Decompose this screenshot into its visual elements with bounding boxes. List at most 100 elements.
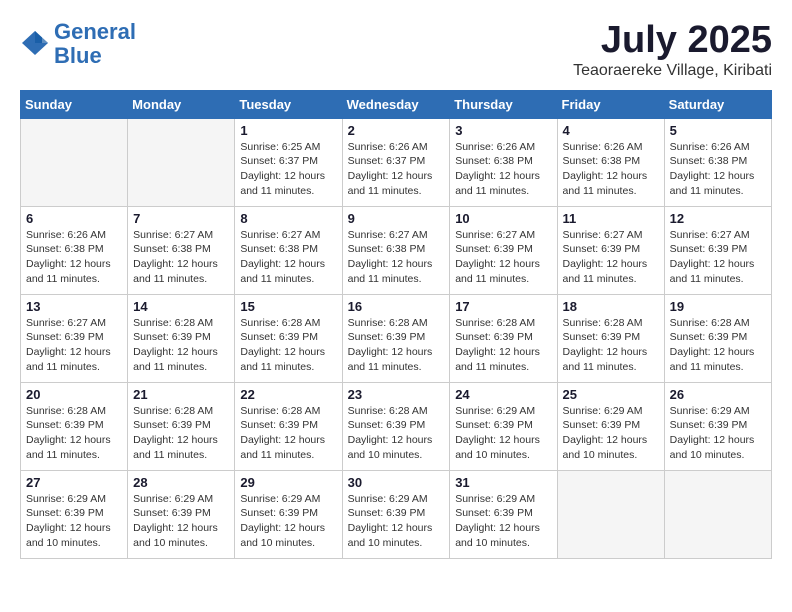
week-row-3: 13Sunrise: 6:27 AM Sunset: 6:39 PM Dayli… bbox=[21, 294, 772, 382]
day-number: 24 bbox=[455, 387, 551, 402]
week-row-2: 6Sunrise: 6:26 AM Sunset: 6:38 PM Daylig… bbox=[21, 206, 772, 294]
day-number: 21 bbox=[133, 387, 229, 402]
calendar-cell: 12 Sunrise: 6:27 AM Sunset: 6:39 PM Dayli… bbox=[664, 206, 771, 294]
day-number: 9 bbox=[348, 211, 445, 226]
calendar-cell bbox=[557, 470, 664, 558]
logo: General Blue bbox=[20, 20, 136, 68]
calendar-cell: 13Sunrise: 6:27 AM Sunset: 6:39 PM Dayli… bbox=[21, 294, 128, 382]
day-number: 30 bbox=[348, 475, 445, 490]
calendar-cell bbox=[128, 118, 235, 206]
calendar-cell: 3 Sunrise: 6:26 AM Sunset: 6:38 PM Daylig… bbox=[450, 118, 557, 206]
calendar-cell: 28 Sunrise: 6:29 AM Sunset: 6:39 PM Dayli… bbox=[128, 470, 235, 558]
calendar-cell: 31 Sunrise: 6:29 AM Sunset: 6:39 PM Dayli… bbox=[450, 470, 557, 558]
day-info: Sunrise: 6:28 AM Sunset: 6:39 PM Dayligh… bbox=[563, 316, 659, 375]
week-row-4: 20 Sunrise: 6:28 AM Sunset: 6:39 PM Dayli… bbox=[21, 382, 772, 470]
calendar-cell: 23 Sunrise: 6:28 AM Sunset: 6:39 PM Dayli… bbox=[342, 382, 450, 470]
calendar-cell: 17 Sunrise: 6:28 AM Sunset: 6:39 PM Dayli… bbox=[450, 294, 557, 382]
day-info: Sunrise: 6:27 AM Sunset: 6:39 PM Dayligh… bbox=[26, 316, 122, 375]
week-row-1: 1 Sunrise: 6:25 AM Sunset: 6:37 PM Daylig… bbox=[21, 118, 772, 206]
weekday-header-saturday: Saturday bbox=[664, 90, 771, 118]
weekday-header-thursday: Thursday bbox=[450, 90, 557, 118]
day-info: Sunrise: 6:28 AM Sunset: 6:39 PM Dayligh… bbox=[348, 404, 445, 463]
calendar-cell: 1 Sunrise: 6:25 AM Sunset: 6:37 PM Daylig… bbox=[235, 118, 342, 206]
day-info: Sunrise: 6:26 AM Sunset: 6:38 PM Dayligh… bbox=[455, 140, 551, 199]
calendar-cell: 18 Sunrise: 6:28 AM Sunset: 6:39 PM Dayli… bbox=[557, 294, 664, 382]
day-info: Sunrise: 6:26 AM Sunset: 6:38 PM Dayligh… bbox=[670, 140, 766, 199]
calendar-cell: 6Sunrise: 6:26 AM Sunset: 6:38 PM Daylig… bbox=[21, 206, 128, 294]
day-number: 3 bbox=[455, 123, 551, 138]
calendar-cell: 20 Sunrise: 6:28 AM Sunset: 6:39 PM Dayli… bbox=[21, 382, 128, 470]
calendar-cell: 22 Sunrise: 6:28 AM Sunset: 6:39 PM Dayli… bbox=[235, 382, 342, 470]
day-number: 1 bbox=[240, 123, 336, 138]
day-number: 5 bbox=[670, 123, 766, 138]
day-number: 26 bbox=[670, 387, 766, 402]
day-number: 12 bbox=[670, 211, 766, 226]
day-number: 25 bbox=[563, 387, 659, 402]
title-block: July 2025 Teaoraereke Village, Kiribati bbox=[573, 20, 772, 80]
day-number: 8 bbox=[240, 211, 336, 226]
weekday-header-row: SundayMondayTuesdayWednesdayThursdayFrid… bbox=[21, 90, 772, 118]
calendar-cell: 29Sunrise: 6:29 AM Sunset: 6:39 PM Dayli… bbox=[235, 470, 342, 558]
calendar-cell: 26Sunrise: 6:29 AM Sunset: 6:39 PM Dayli… bbox=[664, 382, 771, 470]
calendar-cell: 30 Sunrise: 6:29 AM Sunset: 6:39 PM Dayli… bbox=[342, 470, 450, 558]
weekday-header-tuesday: Tuesday bbox=[235, 90, 342, 118]
day-info: Sunrise: 6:28 AM Sunset: 6:39 PM Dayligh… bbox=[240, 404, 336, 463]
day-number: 15 bbox=[240, 299, 336, 314]
day-number: 17 bbox=[455, 299, 551, 314]
day-info: Sunrise: 6:26 AM Sunset: 6:38 PM Dayligh… bbox=[26, 228, 122, 287]
weekday-header-wednesday: Wednesday bbox=[342, 90, 450, 118]
day-info: Sunrise: 6:27 AM Sunset: 6:38 PM Dayligh… bbox=[348, 228, 445, 287]
day-info: Sunrise: 6:27 AM Sunset: 6:39 PM Dayligh… bbox=[670, 228, 766, 287]
day-info: Sunrise: 6:26 AM Sunset: 6:37 PM Dayligh… bbox=[348, 140, 445, 199]
day-info: Sunrise: 6:28 AM Sunset: 6:39 PM Dayligh… bbox=[26, 404, 122, 463]
calendar-cell: 19Sunrise: 6:28 AM Sunset: 6:39 PM Dayli… bbox=[664, 294, 771, 382]
day-info: Sunrise: 6:26 AM Sunset: 6:38 PM Dayligh… bbox=[563, 140, 659, 199]
calendar-cell: 15 Sunrise: 6:28 AM Sunset: 6:39 PM Dayli… bbox=[235, 294, 342, 382]
calendar-cell: 8 Sunrise: 6:27 AM Sunset: 6:38 PM Daylig… bbox=[235, 206, 342, 294]
day-number: 18 bbox=[563, 299, 659, 314]
day-number: 28 bbox=[133, 475, 229, 490]
calendar-cell: 14Sunrise: 6:28 AM Sunset: 6:39 PM Dayli… bbox=[128, 294, 235, 382]
day-info: Sunrise: 6:29 AM Sunset: 6:39 PM Dayligh… bbox=[348, 492, 445, 551]
day-info: Sunrise: 6:29 AM Sunset: 6:39 PM Dayligh… bbox=[26, 492, 122, 551]
page-header: General Blue July 2025 Teaoraereke Villa… bbox=[20, 20, 772, 80]
calendar-cell: 10 Sunrise: 6:27 AM Sunset: 6:39 PM Dayli… bbox=[450, 206, 557, 294]
day-info: Sunrise: 6:27 AM Sunset: 6:38 PM Dayligh… bbox=[133, 228, 229, 287]
day-info: Sunrise: 6:27 AM Sunset: 6:39 PM Dayligh… bbox=[563, 228, 659, 287]
day-number: 23 bbox=[348, 387, 445, 402]
day-number: 31 bbox=[455, 475, 551, 490]
day-info: Sunrise: 6:25 AM Sunset: 6:37 PM Dayligh… bbox=[240, 140, 336, 199]
weekday-header-sunday: Sunday bbox=[21, 90, 128, 118]
day-number: 27 bbox=[26, 475, 122, 490]
calendar: SundayMondayTuesdayWednesdayThursdayFrid… bbox=[20, 90, 772, 559]
day-info: Sunrise: 6:28 AM Sunset: 6:39 PM Dayligh… bbox=[670, 316, 766, 375]
day-number: 16 bbox=[348, 299, 445, 314]
day-info: Sunrise: 6:28 AM Sunset: 6:39 PM Dayligh… bbox=[348, 316, 445, 375]
calendar-cell: 9 Sunrise: 6:27 AM Sunset: 6:38 PM Daylig… bbox=[342, 206, 450, 294]
day-info: Sunrise: 6:27 AM Sunset: 6:39 PM Dayligh… bbox=[455, 228, 551, 287]
calendar-cell: 2Sunrise: 6:26 AM Sunset: 6:37 PM Daylig… bbox=[342, 118, 450, 206]
day-info: Sunrise: 6:28 AM Sunset: 6:39 PM Dayligh… bbox=[133, 316, 229, 375]
calendar-cell: 27 Sunrise: 6:29 AM Sunset: 6:39 PM Dayli… bbox=[21, 470, 128, 558]
day-number: 4 bbox=[563, 123, 659, 138]
calendar-cell: 21Sunrise: 6:28 AM Sunset: 6:39 PM Dayli… bbox=[128, 382, 235, 470]
day-number: 11 bbox=[563, 211, 659, 226]
location-title: Teaoraereke Village, Kiribati bbox=[573, 62, 772, 80]
day-number: 10 bbox=[455, 211, 551, 226]
day-info: Sunrise: 6:28 AM Sunset: 6:39 PM Dayligh… bbox=[455, 316, 551, 375]
day-number: 20 bbox=[26, 387, 122, 402]
calendar-cell: 5 Sunrise: 6:26 AM Sunset: 6:38 PM Daylig… bbox=[664, 118, 771, 206]
day-info: Sunrise: 6:28 AM Sunset: 6:39 PM Dayligh… bbox=[240, 316, 336, 375]
calendar-cell: 7 Sunrise: 6:27 AM Sunset: 6:38 PM Daylig… bbox=[128, 206, 235, 294]
logo-icon bbox=[20, 29, 50, 59]
day-info: Sunrise: 6:29 AM Sunset: 6:39 PM Dayligh… bbox=[455, 404, 551, 463]
calendar-cell bbox=[21, 118, 128, 206]
calendar-cell bbox=[664, 470, 771, 558]
day-info: Sunrise: 6:29 AM Sunset: 6:39 PM Dayligh… bbox=[455, 492, 551, 551]
day-number: 22 bbox=[240, 387, 336, 402]
day-number: 7 bbox=[133, 211, 229, 226]
week-row-5: 27 Sunrise: 6:29 AM Sunset: 6:39 PM Dayli… bbox=[21, 470, 772, 558]
day-info: Sunrise: 6:29 AM Sunset: 6:39 PM Dayligh… bbox=[563, 404, 659, 463]
day-info: Sunrise: 6:27 AM Sunset: 6:38 PM Dayligh… bbox=[240, 228, 336, 287]
day-info: Sunrise: 6:29 AM Sunset: 6:39 PM Dayligh… bbox=[133, 492, 229, 551]
